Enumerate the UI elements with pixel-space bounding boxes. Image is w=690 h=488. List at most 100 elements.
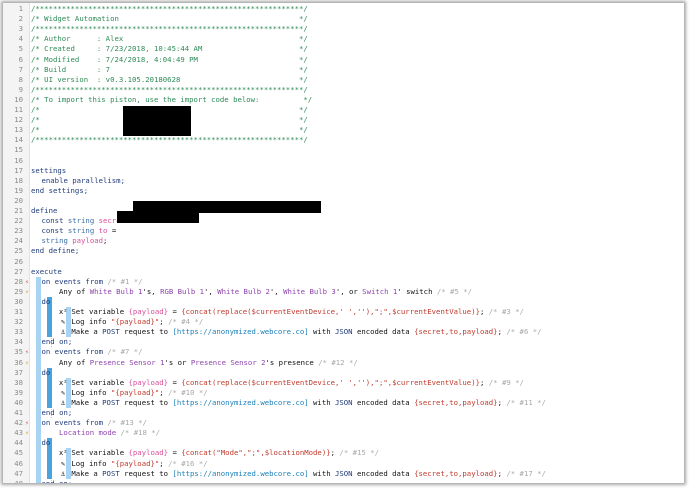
code-token: /***************************************… xyxy=(31,24,308,34)
variable-icon: x² xyxy=(59,449,68,458)
line-number: 35 xyxy=(14,347,23,357)
code-line: 35 ⚡ on events from /* #7 */ xyxy=(3,347,684,357)
code-token: [https://anonymized.webcore.co] xyxy=(172,468,309,478)
code-token: ; xyxy=(159,317,169,327)
code-line: 22const string secret = xyxy=(3,216,684,226)
code-token: JSON xyxy=(335,468,353,478)
code-token: Log info xyxy=(67,387,111,397)
line-code: ✎ Log info "{payload}"; /* #16 */ xyxy=(59,459,208,469)
code-token: request to xyxy=(119,397,173,407)
code-token: {concat(replace($currentEventDevice,' ',… xyxy=(181,307,480,316)
code-line: 7 /* Build : 7 */ xyxy=(3,65,684,75)
trigger-marker-icon: ⚡ xyxy=(25,419,29,428)
line-number: 6 xyxy=(18,54,23,64)
code-token: [https://anonymized.webcore.co] xyxy=(172,397,309,407)
code-token: define xyxy=(31,206,58,215)
code-token: ; xyxy=(103,236,108,246)
line-number: 13 xyxy=(14,125,23,135)
code-token: string xyxy=(67,216,99,226)
code-line: 42 ⚡ on events from /* #13 */ xyxy=(3,418,684,428)
line-number: 17 xyxy=(14,165,23,175)
code-line: 12/* */ xyxy=(3,115,684,125)
code-token: /* #6 */ xyxy=(506,327,542,337)
code-token: Any of xyxy=(59,357,90,367)
code-line: 26 xyxy=(3,257,684,267)
code-token: with xyxy=(308,327,335,337)
code-token: string xyxy=(41,236,73,246)
code-token: with xyxy=(308,468,335,478)
code-token: /***************************************… xyxy=(31,4,308,13)
code-line: 29 ⚡ Any of White Bulb 1's, RGB Bulb 1', W… xyxy=(3,287,684,297)
line-code: enable parallelism; xyxy=(42,176,125,186)
line-code: Location mode /* #18 */ xyxy=(59,428,160,438)
code-token: "{payload}" xyxy=(110,317,160,327)
code-token: POST xyxy=(102,468,120,478)
line-code: end settings; xyxy=(31,186,88,196)
condition-marker-icon: ⚡ xyxy=(25,287,29,296)
code-token: Presence Sensor 1 xyxy=(89,357,165,367)
code-token: Make a xyxy=(67,468,103,478)
line-number: 20 xyxy=(14,195,23,205)
code-line: 21 define xyxy=(3,206,684,216)
line-code: /* Author : Alex */ xyxy=(31,34,308,44)
line-number: 34 xyxy=(14,337,23,347)
line-code: ⚓ Make a POST request to [https://anonym… xyxy=(59,327,542,337)
code-token: {concat(replace($currentEventDevice,' ',… xyxy=(181,377,480,387)
line-number: 27 xyxy=(14,266,23,276)
line-code: /***************************************… xyxy=(31,24,308,34)
code-line: 45 x² Set variable {payload} = {concat("M… xyxy=(3,448,684,458)
code-token: /* #5 */ xyxy=(436,286,473,296)
code-token: /* #18 */ xyxy=(120,428,161,438)
code-token: /***************************************… xyxy=(31,84,308,94)
code-token: on events from xyxy=(41,418,108,428)
code-line: 41 end on; xyxy=(3,408,684,418)
line-code: Any of White Bulb 1's, RGB Bulb 1', Whit… xyxy=(59,287,472,297)
line-number: 32 xyxy=(14,317,23,327)
line-code: do xyxy=(42,438,51,448)
code-token: ; xyxy=(159,458,169,468)
code-token: Any of xyxy=(59,286,90,296)
code-token: "{payload}" xyxy=(110,458,160,468)
code-token: {secret,to,payload} xyxy=(414,468,498,478)
code-token: on events from xyxy=(41,347,108,357)
line-number: 43 xyxy=(14,428,23,438)
web-request-icon: ⚓ xyxy=(60,469,66,478)
log-icon: ✎ xyxy=(60,459,66,468)
code-token: end on; xyxy=(41,337,73,347)
line-code: ✎ Log info "{payload}"; /* #10 */ xyxy=(59,388,208,398)
line-number: 12 xyxy=(14,115,23,125)
code-token: execute xyxy=(31,266,62,276)
code-token: {payload} xyxy=(128,307,169,316)
line-number: 21 xyxy=(14,206,23,215)
code-token: /* #1 */ xyxy=(107,276,143,286)
code-token: /* UI version : v0.3.105.20180628 */ xyxy=(31,74,308,84)
code-token: enable parallelism; xyxy=(41,175,125,185)
code-line: 1 /**************************************… xyxy=(3,4,684,14)
code-token: White Bulb 1 xyxy=(89,286,143,296)
code-token: ', or xyxy=(335,286,363,296)
code-token: {secret,to,payload} xyxy=(414,397,498,407)
code-token: Switch 1 xyxy=(362,286,398,296)
code-token: with xyxy=(308,397,335,407)
code-line: 8 /* UI version : v0.3.105.20180628 */ xyxy=(3,75,684,85)
line-number: 26 xyxy=(14,256,23,266)
code-token: /* To import this piston, use the import… xyxy=(31,94,313,104)
code-token: POST xyxy=(102,327,120,337)
code-token: const xyxy=(41,226,68,236)
code-line: 34 end on; xyxy=(3,337,684,347)
code-token: /* #16 */ xyxy=(168,458,208,468)
code-token: White Bulb 2 xyxy=(217,286,270,296)
line-number: 24 xyxy=(14,236,23,246)
code-token: /* Modified : 7/24/2018, 4:04:49 PM */ xyxy=(31,54,308,64)
code-token: ; xyxy=(479,377,489,387)
code-token: encoded data xyxy=(352,327,415,337)
line-code: const string to = xyxy=(42,226,121,236)
line-code: /* To import this piston, use the import… xyxy=(31,95,312,105)
code-token: request to xyxy=(119,468,173,478)
line-code: ⚓ Make a POST request to [https://anonym… xyxy=(59,398,546,408)
code-line: 40 ⚓ Make a POST request to [https://anon… xyxy=(3,398,684,408)
line-number: 38 xyxy=(14,377,23,387)
code-token: do xyxy=(41,296,51,306)
code-token: const xyxy=(41,216,68,226)
line-code: Any of Presence Sensor 1's or Presence S… xyxy=(59,358,358,368)
